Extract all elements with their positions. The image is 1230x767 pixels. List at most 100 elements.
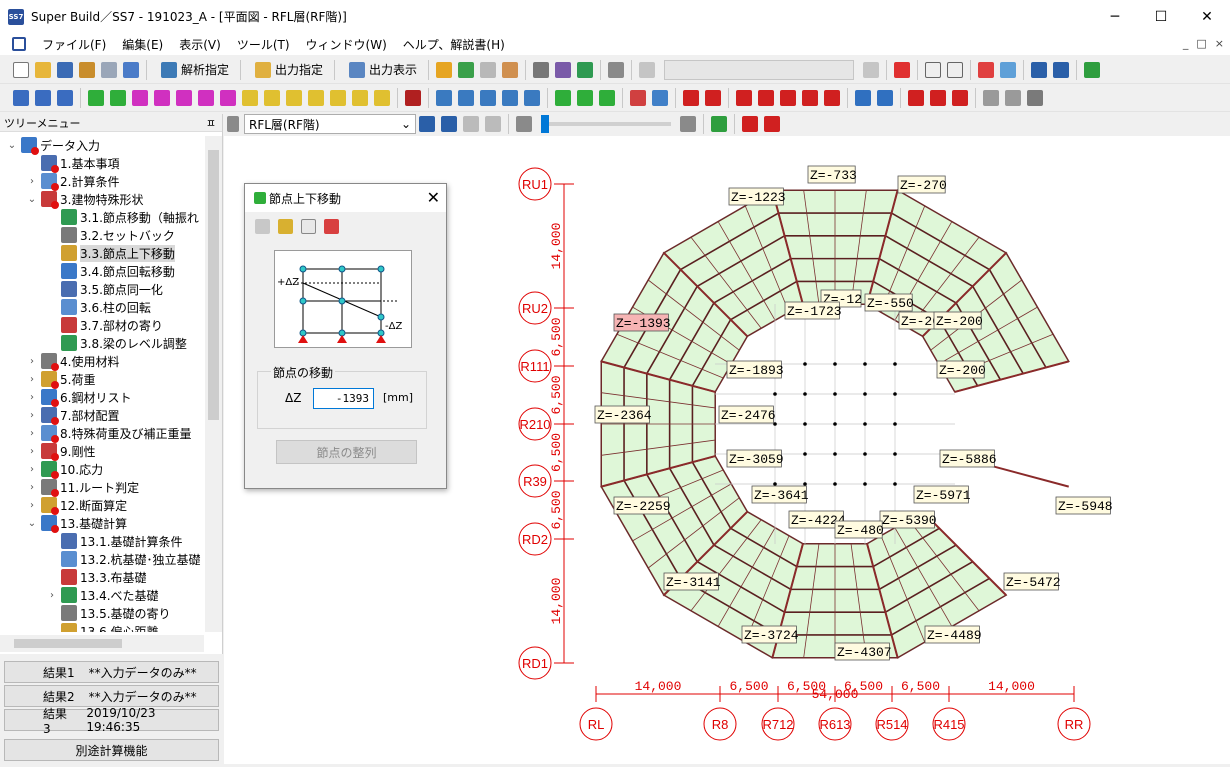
collapsed-icon[interactable]: › [26, 464, 38, 475]
chain-icon[interactable] [877, 89, 893, 106]
y-axis-label[interactable]: RU2 [522, 301, 548, 316]
collapsed-icon[interactable]: › [26, 410, 38, 421]
help-icon[interactable] [278, 218, 293, 234]
side-load-icon[interactable] [780, 89, 796, 106]
menu-help[interactable]: ヘルプ、解説書(H) [395, 36, 513, 53]
span-icon[interactable] [35, 89, 51, 106]
z-label[interactable]: Z=-200 [939, 363, 986, 378]
report-icon[interactable] [502, 61, 519, 78]
z-label[interactable]: Z=-3641 [754, 488, 809, 503]
floor-top-icon[interactable] [485, 116, 501, 132]
check-icon[interactable] [952, 89, 968, 106]
z-label[interactable]: Z=-480 [837, 523, 884, 538]
save-floor-icon[interactable] [764, 116, 780, 132]
tree-item[interactable]: ⌄ 3.建物特殊形状 [0, 190, 204, 209]
align-nodes-button[interactable]: 節点の整列 [276, 440, 417, 464]
collapsed-icon[interactable]: › [26, 482, 38, 493]
redo-icon[interactable] [863, 61, 880, 78]
menu-file[interactable]: ファイル(F) [34, 36, 114, 53]
z-label[interactable]: Z=-5886 [942, 452, 997, 467]
text-up-icon[interactable] [1031, 61, 1048, 78]
upper-floor-icon[interactable] [742, 116, 758, 132]
z-label[interactable]: Z=-4489 [927, 628, 982, 643]
list-icon[interactable] [480, 61, 497, 78]
window-icon[interactable] [925, 61, 942, 78]
z-label[interactable]: Z=-2476 [721, 408, 776, 423]
comment-icon[interactable] [608, 61, 625, 78]
frame-icon[interactable] [13, 89, 29, 106]
z-label[interactable]: Z=-2259 [616, 499, 671, 514]
y-axis-label[interactable]: RD2 [522, 532, 548, 547]
tree-vscrollbar[interactable] [205, 136, 222, 632]
tree-item[interactable]: 13.3.布基礎 [0, 568, 204, 586]
z-label[interactable]: Z=-3059 [729, 452, 784, 467]
x-dim-label[interactable]: 6,500 [901, 679, 940, 694]
expand-icon[interactable]: ⌄ [26, 518, 38, 529]
tree-item[interactable]: › 2.計算条件 [0, 172, 204, 191]
open-recent-icon[interactable] [57, 61, 73, 78]
collapsed-icon[interactable]: › [26, 428, 38, 439]
separate-calc-button[interactable]: 別途計算機能 [4, 739, 219, 761]
x-dim-label[interactable]: 14,000 [988, 679, 1035, 694]
tree-item[interactable]: › 13.4.べた基礎 [0, 586, 204, 604]
envelope-icon[interactable] [286, 89, 302, 106]
y-axis-label[interactable]: RU1 [522, 177, 548, 192]
y-dim-label[interactable]: 14,000 [549, 223, 564, 270]
result2-button[interactable]: 結果2 **入力データのみ** [4, 685, 219, 707]
printer-icon[interactable] [1027, 89, 1043, 106]
maximize-button[interactable]: ☐ [1138, 0, 1184, 33]
tree-item[interactable]: › 9.剛性 [0, 442, 204, 461]
rotate-icon[interactable] [502, 89, 518, 106]
parapet-icon[interactable] [330, 89, 346, 106]
text-down-icon[interactable] [1053, 61, 1070, 78]
output-view-button[interactable]: 出力表示 [343, 59, 420, 81]
node-move-icon[interactable] [436, 89, 452, 106]
x-axis-label[interactable]: RR [1065, 717, 1084, 732]
z-label[interactable]: Z=-2364 [597, 408, 652, 423]
floor-down-icon[interactable] [419, 116, 435, 132]
tree-item[interactable]: 3.2.セットバック [0, 226, 204, 244]
tree-item[interactable]: › 6.鋼材リスト [0, 388, 204, 407]
panel-icon[interactable] [220, 89, 236, 106]
delete-icon[interactable] [894, 61, 911, 78]
setback-icon[interactable] [458, 89, 474, 106]
tree-item[interactable]: › 5.荷重 [0, 370, 204, 389]
tree-item[interactable]: › 7.部材配置 [0, 406, 204, 425]
cantilever-icon[interactable] [308, 89, 324, 106]
floor-icon[interactable] [57, 89, 73, 106]
x-axis-label[interactable]: R613 [819, 717, 850, 732]
dz-input[interactable]: -1393 [313, 388, 374, 409]
y-dim-label[interactable]: 6,500 [549, 375, 564, 414]
collapsed-icon[interactable]: › [26, 500, 38, 511]
link-icon[interactable] [855, 89, 871, 106]
tree-hscrollbar[interactable] [0, 635, 204, 652]
mdi-restore-button[interactable]: □ [1196, 37, 1206, 50]
y-dim-label[interactable]: 6,500 [549, 433, 564, 472]
tree-item[interactable]: › 11.ルート判定 [0, 478, 204, 497]
down-load-icon[interactable] [758, 89, 774, 106]
tree-item[interactable]: 13.1.基礎計算条件 [0, 532, 204, 550]
weight-icon[interactable] [824, 89, 840, 106]
zoom-in-icon[interactable] [680, 116, 696, 132]
x-total-label[interactable]: 54,000 [812, 687, 859, 702]
x-axis-label[interactable]: R8 [712, 717, 729, 732]
result3-button[interactable]: 結果3 2019/10/23 19:46:35 [4, 706, 219, 736]
tree-item[interactable]: 13.2.杭基礎･独立基礎 [0, 550, 204, 568]
window-fit-icon[interactable] [947, 61, 964, 78]
close-button[interactable]: ✕ [1184, 0, 1230, 33]
brace-icon[interactable] [176, 89, 192, 106]
history-combo[interactable] [664, 59, 855, 80]
dialog-close-button[interactable]: ✕ [427, 188, 440, 207]
y-axis-label[interactable]: RD1 [522, 656, 548, 671]
tree-item[interactable]: 3.4.節点回転移動 [0, 262, 204, 280]
lock-icon[interactable] [79, 61, 95, 78]
z-label[interactable]: Z=-3141 [666, 575, 721, 590]
new-file-icon[interactable] [13, 61, 29, 78]
z-label[interactable]: Z=-5472 [1006, 575, 1061, 590]
output-spec-button[interactable]: 出力指定 [249, 59, 326, 81]
expand-icon[interactable]: ⌄ [26, 194, 38, 205]
menu-view[interactable]: 表示(V) [171, 36, 229, 53]
y-dim-label[interactable]: 6,500 [549, 317, 564, 356]
distributed-load-icon[interactable] [736, 89, 752, 106]
wall-icon[interactable] [132, 89, 148, 106]
